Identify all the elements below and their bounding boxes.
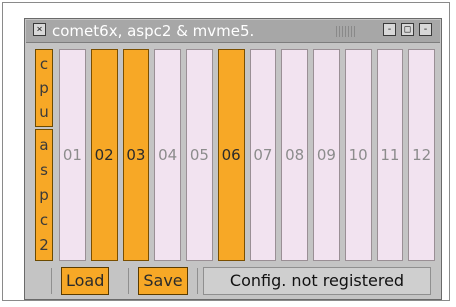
slot-09[interactable]: 09	[313, 49, 340, 261]
slot-label: 07	[253, 146, 273, 164]
slot-label: 10	[348, 146, 368, 164]
slot-12[interactable]: 12	[408, 49, 435, 261]
slot-label: 04	[158, 146, 178, 164]
aspc2-letter-p: p	[39, 185, 49, 204]
slot-06[interactable]: 06	[217, 49, 245, 261]
app-window: × comet6x, aspc2 & mvme5. - □ - c p u a …	[24, 18, 442, 300]
slot-04[interactable]: 04	[154, 49, 181, 261]
slot-panel: c p u a s p c 2 01 02 03 04 05 06 07 08 09 10 11 12	[33, 49, 435, 261]
slot-label: 08	[285, 146, 305, 164]
divider	[51, 268, 52, 294]
bottom-bar: Load Save Config. not registered	[33, 265, 435, 299]
maximize-icon[interactable]: □	[401, 23, 414, 36]
slot-01[interactable]: 01	[59, 49, 86, 261]
slot-label: 09	[316, 146, 336, 164]
slot-05[interactable]: 05	[186, 49, 213, 261]
slot-02[interactable]: 02	[90, 49, 118, 261]
status-message: Config. not registered	[203, 267, 431, 295]
divider	[128, 268, 129, 294]
slot-07[interactable]: 07	[249, 49, 277, 261]
slot-label: 05	[189, 146, 209, 164]
slot-11[interactable]: 11	[376, 49, 404, 261]
cpu-letter-p: p	[39, 79, 49, 97]
window-title: comet6x, aspc2 & mvme5.	[52, 22, 255, 40]
close-icon[interactable]: ×	[33, 23, 46, 36]
aspc2-chip[interactable]: a s p c 2	[35, 129, 53, 261]
aspc2-letter-2: 2	[39, 236, 49, 255]
cpu-chip[interactable]: c p u	[35, 49, 53, 127]
slot-label: 12	[412, 146, 432, 164]
title-bar[interactable]: × comet6x, aspc2 & mvme5. - □ -	[26, 20, 440, 43]
slot-label: 03	[126, 146, 146, 164]
cpu-letter-c: c	[39, 55, 49, 73]
slot-label: 02	[94, 146, 114, 164]
aspc2-letter-a: a	[39, 135, 49, 154]
resize-handle-icon[interactable]	[336, 26, 356, 37]
slot-list: 01 02 03 04 05 06 07 08 09 10 11 12	[59, 49, 435, 261]
aspc2-letter-c: c	[39, 211, 49, 230]
save-button[interactable]: Save	[138, 267, 188, 295]
cpu-letter-u: u	[39, 103, 49, 121]
slot-label: 06	[221, 146, 241, 164]
load-button[interactable]: Load	[61, 267, 109, 295]
divider	[197, 268, 198, 294]
minimize-icon[interactable]: -	[383, 23, 396, 36]
slot-03[interactable]: 03	[122, 49, 150, 261]
slot-label: 01	[62, 146, 82, 164]
cpu-column: c p u a s p c 2	[33, 49, 55, 261]
close-right-icon[interactable]: -	[419, 23, 432, 36]
slot-label: 11	[380, 146, 400, 164]
slot-08[interactable]: 08	[281, 49, 308, 261]
aspc2-letter-s: s	[40, 160, 48, 179]
slot-10[interactable]: 10	[344, 49, 372, 261]
